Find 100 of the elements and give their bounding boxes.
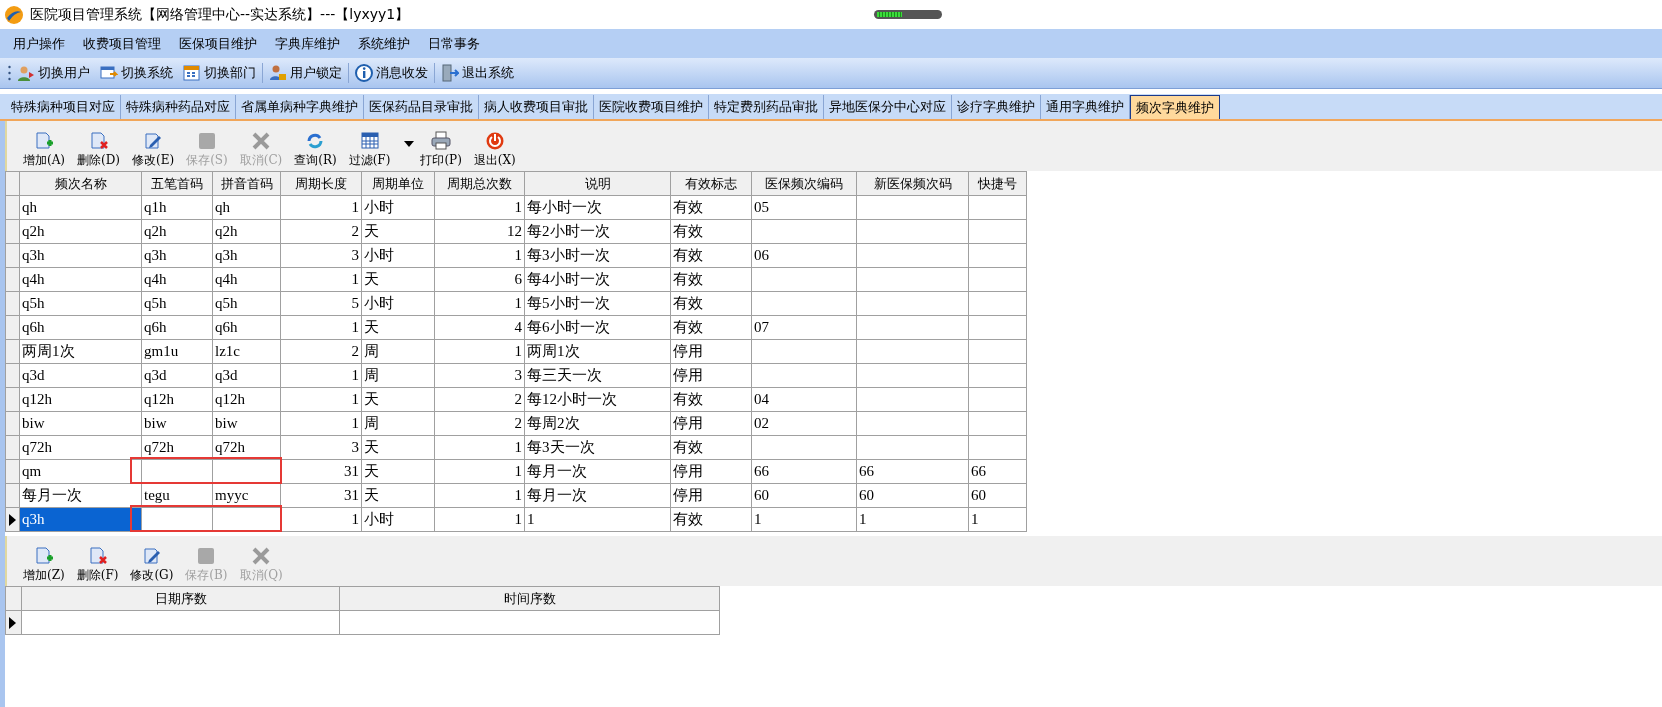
menu-item[interactable]: 收费项目管理 [74, 33, 170, 54]
toolbar-button[interactable]: 修改(E) [126, 131, 181, 171]
toolbar-button[interactable]: 删除(D) [71, 131, 126, 171]
menu-item[interactable]: 医保项目维护 [170, 33, 266, 54]
toolbar-button[interactable]: 退出系统 [437, 61, 518, 85]
table-cell: 周 [361, 363, 435, 388]
menu-item[interactable]: 字典库维护 [266, 33, 349, 54]
tab[interactable]: 频次字典维护 [1130, 95, 1220, 119]
table-cell: q5h [19, 291, 142, 316]
tab[interactable]: 特殊病种药品对应 [121, 95, 236, 119]
table-cell: myyc [212, 483, 281, 508]
dropdown-caret-icon[interactable] [404, 141, 415, 147]
column-header[interactable]: 周期长度 [280, 171, 362, 196]
column-header[interactable]: 有效标志 [670, 171, 752, 196]
table-cell: 每6小时一次 [524, 315, 671, 340]
tab[interactable]: 特定费别药品审批 [709, 95, 824, 119]
table-cell: q2h [212, 219, 281, 244]
tab[interactable]: 医院收费项目维护 [594, 95, 709, 119]
table-cell: q72h [141, 435, 213, 460]
table-cell: 天 [361, 387, 435, 412]
tab[interactable]: 省属单病种字典维护 [236, 95, 364, 119]
table-cell: 每月一次 [524, 483, 671, 508]
table-cell: q2h [19, 219, 142, 244]
table-cell: 1 [280, 411, 362, 436]
table-cell: 每3天一次 [524, 435, 671, 460]
table-cell: 1 [434, 459, 525, 484]
table-cell: q3d [212, 363, 281, 388]
column-header[interactable]: 日期序数 [21, 586, 340, 611]
table-cell: 3 [280, 435, 362, 460]
table-cell: 每三天一次 [524, 363, 671, 388]
toolbar-button[interactable]: 删除(F) [70, 546, 125, 586]
table-cell: 5 [280, 291, 362, 316]
page-pencil-icon [141, 546, 162, 566]
toolbar-button[interactable]: 打印(P) [414, 131, 468, 171]
table-cell: 07 [751, 315, 857, 340]
table-cell: 1 [434, 195, 525, 220]
column-header[interactable]: 拼音首码 [212, 171, 281, 196]
page-pencil-icon [143, 131, 164, 151]
table-cell: 1 [280, 363, 362, 388]
table-cell: 有效 [670, 387, 752, 412]
table-cell: q3d [141, 363, 213, 388]
toolbar-button[interactable]: 消息收发 [351, 61, 432, 85]
table-cell: q3h [212, 243, 281, 268]
column-header[interactable]: 快捷号 [968, 171, 1027, 196]
tab[interactable]: 特殊病种项目对应 [6, 95, 121, 119]
table-cell: 1 [280, 315, 362, 340]
tab[interactable]: 异地医保分中心对应 [824, 95, 952, 119]
toolbar-button[interactable]: 切换部门 [179, 61, 260, 85]
table-cell: 小时 [361, 195, 435, 220]
menu-item[interactable]: 用户操作 [4, 33, 74, 54]
toolbar-button[interactable]: 切换用户 [13, 61, 94, 85]
table-cell: 小时 [361, 291, 435, 316]
table-cell: 1 [434, 507, 525, 532]
table-cell: gm1u [141, 339, 213, 364]
table-cell: 每5小时一次 [524, 291, 671, 316]
table-cell: q12h [212, 387, 281, 412]
toolbar-button[interactable]: 查询(R) [288, 131, 343, 171]
column-header[interactable]: 医保频次编码 [751, 171, 857, 196]
table-cell: q3h [141, 243, 213, 268]
column-header[interactable]: 周期总次数 [434, 171, 525, 196]
toolbar-button[interactable]: 切换系统 [96, 61, 177, 85]
table-cell: q12h [19, 387, 142, 412]
table-cell: 有效 [670, 243, 752, 268]
grid-icon [359, 131, 380, 151]
table-cell: 每4小时一次 [524, 267, 671, 292]
table-cell: q6h [19, 315, 142, 340]
table-cell: 天 [361, 435, 435, 460]
app-logo-icon [4, 4, 24, 25]
menu-item[interactable]: 日常事务 [419, 33, 489, 54]
toolbar-button[interactable]: 增加(Z) [17, 546, 71, 586]
tab[interactable]: 病人收费项目审批 [479, 95, 594, 119]
row-pointer-icon [9, 513, 16, 526]
column-header[interactable]: 时间序数 [339, 586, 720, 611]
square-icon [196, 546, 217, 566]
table-cell: 1 [434, 339, 525, 364]
table-cell: 3 [280, 243, 362, 268]
toolbar-button[interactable]: 用户锁定 [265, 61, 346, 85]
calendar-icon [183, 64, 201, 82]
column-header[interactable]: 五笔首码 [141, 171, 213, 196]
table-cell: 1 [968, 507, 1027, 532]
toolbar-button[interactable]: 退出(X) [467, 131, 522, 171]
column-header[interactable]: 说明 [524, 171, 671, 196]
table-cell: 有效 [670, 507, 752, 532]
tab[interactable]: 诊疗字典维护 [952, 95, 1041, 119]
tab[interactable]: 医保药品目录审批 [364, 95, 479, 119]
menu-item[interactable]: 系统维护 [349, 33, 419, 54]
table-cell: biw [212, 411, 281, 436]
table-cell: 60 [856, 483, 969, 508]
table-cell: 每2小时一次 [524, 219, 671, 244]
toolbar-button[interactable]: 修改(G) [124, 546, 180, 586]
column-header[interactable]: 周期单位 [361, 171, 435, 196]
page-plus-icon [34, 131, 54, 151]
column-header[interactable]: 频次名称 [19, 171, 142, 196]
user-lock-icon [269, 64, 287, 82]
toolbar-button[interactable]: 过滤(F) [342, 131, 397, 171]
square-icon [196, 131, 217, 151]
table-cell: 1 [280, 267, 362, 292]
column-header[interactable]: 新医保频次码 [856, 171, 969, 196]
toolbar-button[interactable]: 增加(A) [17, 131, 72, 171]
table-cell: 31 [280, 459, 362, 484]
